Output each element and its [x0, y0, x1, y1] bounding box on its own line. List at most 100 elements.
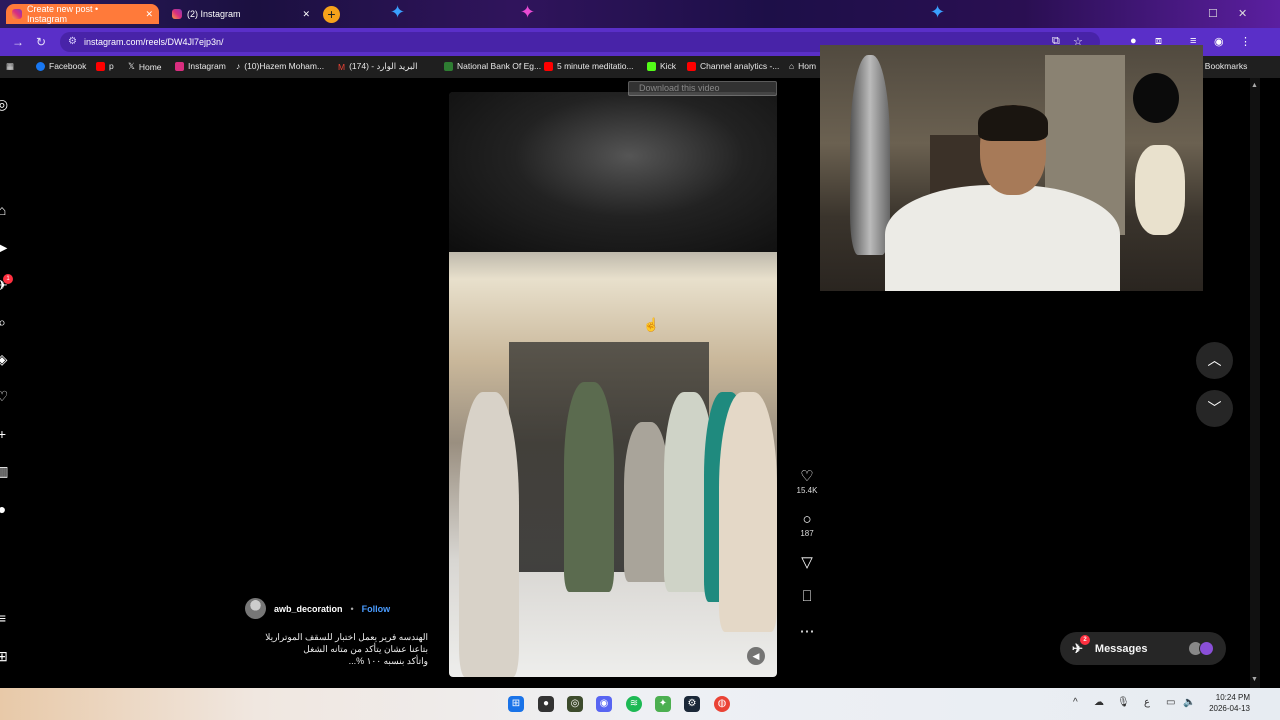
- caption-line: بتاعنا عشان يتأكد من متانه الشغل: [303, 644, 428, 654]
- explore-icon[interactable]: ◈: [0, 351, 10, 367]
- reload-icon[interactable]: ↻: [36, 35, 46, 49]
- dashboard-icon[interactable]: ▥: [0, 463, 10, 479]
- create-icon[interactable]: +: [0, 426, 10, 442]
- profile-avatar-icon[interactable]: ●: [0, 501, 10, 517]
- bookmark-item[interactable]: Channel analytics -...: [687, 61, 779, 71]
- microphone-icon[interactable]: 🎙: [1117, 697, 1130, 708]
- bookmark-item[interactable]: 5 minute meditatio...: [544, 61, 634, 71]
- messages-label: Messages: [1094, 642, 1148, 655]
- close-tab-icon[interactable]: ✕: [302, 9, 310, 20]
- chrome-icon[interactable]: ◍: [714, 696, 730, 712]
- youtube-icon: [544, 61, 553, 71]
- bookmark-item[interactable]: Instagram: [175, 61, 226, 71]
- bookmark-label: Hom: [798, 61, 817, 71]
- avatar: [1199, 641, 1214, 656]
- messenger-icon: ✈ 2: [1072, 634, 1090, 657]
- bookmark-label: National Bank Of Eg...: [457, 61, 542, 71]
- webcam-person-body: [885, 185, 1120, 291]
- more-options-button[interactable]: ⋯: [795, 623, 819, 641]
- youtube-icon: [687, 61, 696, 71]
- maximize-icon[interactable]: ☐: [1208, 7, 1218, 20]
- author-avatar[interactable]: [245, 598, 266, 619]
- bookmark-item[interactable]: ⌂ Hom: [789, 61, 816, 71]
- system-clock[interactable]: 10:24 PM 2026-04-13: [1200, 692, 1250, 714]
- app-icon[interactable]: ✦: [655, 696, 671, 712]
- steam-icon[interactable]: ⚙: [684, 696, 700, 712]
- download-label: Download this video: [639, 83, 720, 93]
- start-icon[interactable]: ⊞: [508, 696, 524, 712]
- notifications-heart-icon[interactable]: ♡: [0, 388, 10, 404]
- tab-label: Create new post • Instagram: [26, 4, 99, 24]
- like-button[interactable]: ♡ 15.4K: [795, 468, 819, 495]
- discord-icon[interactable]: ◉: [596, 696, 612, 712]
- forward-icon[interactable]: →: [12, 35, 24, 49]
- page-scrollbar[interactable]: ▲ ▼: [1250, 78, 1260, 688]
- tiktok-icon: ♪: [236, 61, 241, 71]
- decor-star-icon: ✦: [930, 2, 946, 22]
- reel-video[interactable]: ◀: [449, 92, 777, 677]
- bookmark-item[interactable]: National Bank Of Eg...: [444, 61, 541, 71]
- close-window-icon[interactable]: ✕: [1238, 7, 1247, 20]
- scroll-up-icon[interactable]: ▲: [1251, 82, 1258, 89]
- bookmark-item[interactable]: Facebook: [36, 61, 86, 71]
- download-video-bar[interactable]: Download this video: [628, 81, 777, 96]
- mute-icon[interactable]: ◀: [747, 647, 765, 665]
- author-name[interactable]: awb_decoration: [274, 604, 343, 614]
- video-person: [564, 382, 614, 592]
- bookmark-label: p: [109, 61, 114, 71]
- bookmark-item[interactable]: Kick: [647, 61, 676, 71]
- tab-label: (2) Instagram: [187, 9, 241, 19]
- more-menu-icon[interactable]: ≡: [0, 610, 10, 626]
- previous-reel-button[interactable]: ︿: [1196, 342, 1233, 379]
- scroll-down-icon[interactable]: ▼: [1251, 676, 1258, 683]
- messages-button[interactable]: ✈ 2 Messages: [1060, 632, 1226, 665]
- chevron-down-icon: ﹀: [1207, 400, 1222, 416]
- bookmark-item[interactable]: 𝕏 Home: [128, 61, 162, 72]
- next-reel-button[interactable]: ﹀: [1196, 390, 1233, 427]
- app-icon[interactable]: ◎: [567, 696, 583, 712]
- home-icon[interactable]: ⌂: [0, 202, 10, 218]
- instagram-icon: [175, 61, 184, 71]
- bookmark-item[interactable]: p: [96, 61, 114, 71]
- follow-button[interactable]: Follow: [362, 604, 391, 614]
- reels-icon[interactable]: ▶: [0, 239, 10, 255]
- video-person: [459, 392, 519, 677]
- video-person: [624, 422, 669, 582]
- profile-icon[interactable]: ◉: [1214, 35, 1224, 48]
- chevron-up-icon: ︿: [1207, 352, 1222, 368]
- cloud-icon[interactable]: ☁: [1094, 697, 1104, 708]
- app-icon[interactable]: ●: [538, 696, 554, 712]
- reel-caption[interactable]: الهندسه فرير يعمل اختبار للسقف الموتراري…: [262, 631, 428, 667]
- bookmark-item[interactable]: ♪ (10)Hazem Moham...: [236, 61, 324, 71]
- bookmark-item[interactable]: M (174) - البريد الوارد: [338, 61, 418, 72]
- share-button[interactable]: ▽: [795, 554, 819, 572]
- bookmark-label: Instagram: [188, 61, 226, 71]
- tab-instagram[interactable]: (2) Instagram ✕: [166, 4, 316, 24]
- windows-taskbar: ⊞ ● ◎ ◉ ≋ ✦ ⚙ ◍ ^ ☁ 🎙 ع ▭ 🔈 10:24 PM 202…: [0, 688, 1280, 720]
- network-icon[interactable]: ▭: [1166, 697, 1175, 708]
- volume-icon[interactable]: 🔈: [1183, 697, 1195, 708]
- caption-line: واتأكد بنسبه ١٠٠ %...: [348, 656, 428, 666]
- webcam-balloon: [1133, 73, 1179, 123]
- menu-icon[interactable]: ⋮: [1240, 35, 1251, 48]
- apps-icon[interactable]: ▦: [6, 61, 14, 72]
- also-from-meta-icon[interactable]: ⊞: [0, 648, 10, 664]
- save-button[interactable]: ⎕: [795, 588, 819, 606]
- tray-chevron-icon[interactable]: ^: [1073, 697, 1078, 708]
- tab-create-post[interactable]: Create new post • Instagram ✕: [6, 4, 159, 24]
- close-tab-icon[interactable]: ✕: [145, 9, 153, 20]
- instagram-icon: [172, 9, 182, 19]
- new-tab-button[interactable]: +: [323, 6, 340, 23]
- share-icon: ▽: [801, 554, 813, 571]
- instagram-logo-icon[interactable]: ◎: [0, 96, 10, 112]
- language-indicator[interactable]: ع: [1144, 697, 1150, 708]
- heart-icon: ♡: [800, 468, 814, 485]
- message-avatars: [1188, 641, 1214, 656]
- bookmark-label: Facebook: [49, 61, 87, 71]
- separator-dot: •: [350, 603, 354, 614]
- comment-button[interactable]: ○ 187: [795, 511, 819, 538]
- search-icon[interactable]: ⌕: [0, 314, 10, 330]
- site-info-icon[interactable]: ⚙: [68, 32, 77, 52]
- bank-icon: [444, 61, 453, 71]
- spotify-icon[interactable]: ≋: [626, 696, 642, 712]
